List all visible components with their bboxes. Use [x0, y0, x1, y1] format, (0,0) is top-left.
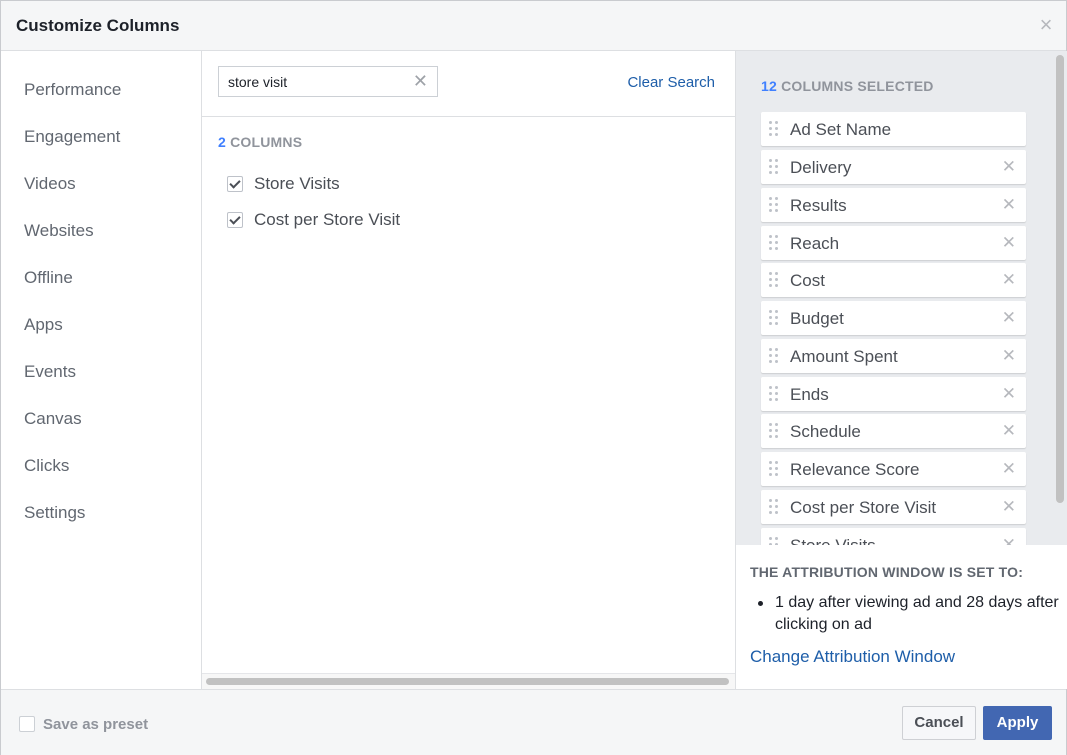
remove-icon[interactable]: ✕	[1002, 498, 1016, 515]
selected-column-item[interactable]: Schedule ✕	[761, 414, 1026, 448]
drag-handle-icon[interactable]	[769, 235, 779, 251]
attribution-bullet: 1 day after viewing ad and 28 days after…	[758, 592, 1060, 636]
remove-icon[interactable]: ✕	[1002, 536, 1016, 545]
selected-column-item[interactable]: Relevance Score ✕	[761, 452, 1026, 486]
remove-icon[interactable]: ✕	[1002, 234, 1016, 251]
sidebar-item-settings[interactable]: Settings	[24, 503, 85, 523]
drag-handle-icon[interactable]	[769, 310, 779, 326]
column-label: Results	[790, 196, 847, 215]
remove-icon[interactable]: ✕	[1002, 271, 1016, 288]
drag-handle-icon[interactable]	[769, 499, 779, 515]
save-as-preset-checkbox[interactable]	[19, 716, 35, 732]
remove-icon[interactable]: ✕	[1002, 460, 1016, 477]
column-label: Schedule	[790, 422, 861, 441]
remove-icon[interactable]: ✕	[1002, 196, 1016, 213]
sidebar-item-engagement[interactable]: Engagement	[24, 127, 120, 147]
result-label: Store Visits	[254, 174, 340, 193]
save-as-preset-label[interactable]: Save as preset	[43, 716, 148, 733]
column-label: Amount Spent	[790, 347, 898, 366]
sidebar-item-websites[interactable]: Websites	[24, 221, 94, 241]
sidebar-item-videos[interactable]: Videos	[24, 174, 76, 194]
clear-icon[interactable]: ✕	[413, 72, 428, 90]
selected-column-item[interactable]: Cost ✕	[761, 263, 1026, 297]
customize-columns-dialog: Customize Columns × Performance Engageme…	[0, 0, 1067, 755]
selected-column-item[interactable]: Results ✕	[761, 188, 1026, 222]
sidebar-item-events[interactable]: Events	[24, 362, 76, 382]
selected-columns-list: 12 COLUMNS SELECTED Ad Set Name Delivery…	[736, 51, 1067, 545]
scrollbar-thumb[interactable]	[206, 678, 729, 685]
column-search-panel: ✕ Clear Search 2 COLUMNS Store Visits Co…	[202, 51, 735, 689]
change-attribution-window-link[interactable]: Change Attribution Window	[750, 647, 955, 667]
sidebar-item-apps[interactable]: Apps	[24, 315, 63, 335]
sidebar-item-performance[interactable]: Performance	[24, 80, 121, 100]
selected-column-item[interactable]: Store Visits ✕	[761, 528, 1026, 545]
search-input[interactable]	[219, 67, 409, 96]
sidebar-item-canvas[interactable]: Canvas	[24, 409, 82, 429]
sidebar-item-offline[interactable]: Offline	[24, 268, 73, 288]
horizontal-scrollbar[interactable]	[202, 673, 735, 689]
drag-handle-icon[interactable]	[769, 272, 779, 288]
column-label: Delivery	[790, 158, 852, 177]
attribution-window-info: THE ATTRIBUTION WINDOW IS SET TO: 1 day …	[736, 545, 1067, 689]
selected-column-item[interactable]: Cost per Store Visit ✕	[761, 490, 1026, 524]
column-label: Relevance Score	[790, 460, 920, 479]
drag-handle-icon[interactable]	[769, 159, 779, 175]
drag-handle-icon[interactable]	[769, 461, 779, 477]
cancel-button[interactable]: Cancel	[902, 706, 976, 740]
drag-handle-icon[interactable]	[769, 197, 779, 213]
dialog-footer: Save as preset Cancel Apply	[1, 689, 1066, 755]
drag-handle-icon[interactable]	[769, 386, 779, 402]
results-count: 2 COLUMNS	[218, 134, 302, 150]
drag-handle-icon[interactable]	[769, 348, 779, 364]
drag-handle-icon[interactable]	[769, 537, 779, 545]
dialog-title: Customize Columns	[16, 16, 180, 35]
remove-icon[interactable]: ✕	[1002, 158, 1016, 175]
selected-count: 12 COLUMNS SELECTED	[761, 78, 934, 94]
column-label: Store Visits	[790, 536, 876, 545]
selected-column-item[interactable]: Reach ✕	[761, 226, 1026, 260]
checkbox-checked-icon[interactable]	[227, 176, 243, 192]
category-sidebar: Performance Engagement Videos Websites O…	[1, 51, 202, 689]
results-count-number: 2	[218, 134, 226, 150]
selected-count-number: 12	[761, 78, 777, 94]
drag-handle-icon[interactable]	[769, 121, 779, 137]
selected-column-item[interactable]: Delivery ✕	[761, 150, 1026, 184]
selected-count-label: COLUMNS SELECTED	[781, 78, 934, 94]
dialog-header: Customize Columns ×	[1, 1, 1066, 51]
selected-column-item[interactable]: Amount Spent ✕	[761, 339, 1026, 373]
column-label: Ends	[790, 385, 829, 404]
remove-icon[interactable]: ✕	[1002, 309, 1016, 326]
column-label: Ad Set Name	[790, 120, 892, 139]
selected-column-item[interactable]: Ad Set Name	[761, 112, 1026, 146]
column-label: Cost	[790, 271, 825, 290]
selected-column-item[interactable]: Budget ✕	[761, 301, 1026, 335]
checkbox-checked-icon[interactable]	[227, 212, 243, 228]
attribution-bullet-text: 1 day after viewing ad and 28 days after…	[775, 594, 1059, 633]
search-box: ✕	[218, 66, 438, 97]
attribution-title: THE ATTRIBUTION WINDOW IS SET TO:	[750, 564, 1024, 580]
column-label: Budget	[790, 309, 844, 328]
drag-handle-icon[interactable]	[769, 423, 779, 439]
results-count-label: COLUMNS	[230, 134, 303, 150]
selected-column-item[interactable]: Ends ✕	[761, 377, 1026, 411]
remove-icon[interactable]: ✕	[1002, 422, 1016, 439]
remove-icon[interactable]: ✕	[1002, 347, 1016, 364]
column-label: Reach	[790, 234, 840, 253]
clear-search-link[interactable]: Clear Search	[627, 74, 715, 91]
vertical-scrollbar[interactable]	[1056, 55, 1064, 503]
remove-icon[interactable]: ✕	[1002, 385, 1016, 402]
close-icon[interactable]: ×	[1036, 14, 1056, 36]
selected-columns-panel: 12 COLUMNS SELECTED Ad Set Name Delivery…	[735, 51, 1067, 689]
column-label: Cost per Store Visit	[790, 498, 937, 517]
result-label: Cost per Store Visit	[254, 210, 401, 229]
sidebar-item-clicks[interactable]: Clicks	[24, 456, 69, 476]
search-bar: ✕ Clear Search	[202, 51, 735, 117]
apply-button[interactable]: Apply	[983, 706, 1052, 740]
